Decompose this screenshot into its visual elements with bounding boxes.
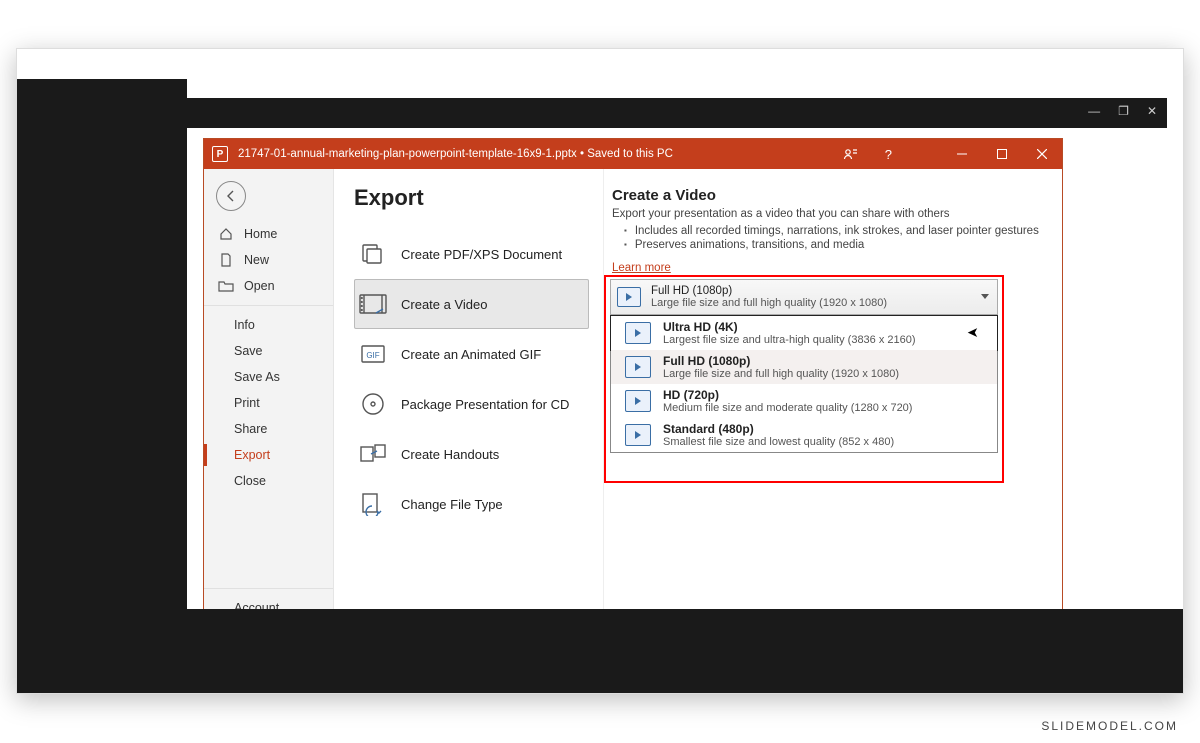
learn-more-link[interactable]: Learn more: [612, 262, 671, 274]
coming-soon-icon[interactable]: [843, 146, 859, 162]
nav-export[interactable]: Export: [204, 442, 333, 468]
dropdown-selected-desc: Large file size and full high quality (1…: [651, 297, 887, 309]
document-filename: 21747-01-annual-marketing-plan-powerpoin…: [238, 148, 577, 160]
quality-option-desc: Medium file size and moderate quality (1…: [663, 402, 912, 414]
chevron-down-icon: [981, 294, 989, 299]
desktop-left-strip: [17, 79, 187, 609]
nav-print-label: Print: [234, 396, 260, 410]
quality-option-4k[interactable]: Ultra HD (4K) Largest file size and ultr…: [611, 316, 997, 350]
export-video-label: Create a Video: [401, 297, 488, 312]
nav-export-label: Export: [234, 448, 270, 462]
powerpoint-window: P 21747-01-annual-marketing-plan-powerpo…: [204, 139, 1062, 657]
export-cd-option[interactable]: Package Presentation for CD: [354, 379, 589, 429]
nav-save[interactable]: Save: [204, 338, 333, 364]
nav-open-label: Open: [244, 279, 275, 293]
gif-icon: GIF: [359, 342, 387, 366]
help-icon[interactable]: ?: [885, 147, 892, 162]
monitor-icon: [625, 322, 651, 344]
svg-text:GIF: GIF: [366, 351, 379, 360]
nav-new[interactable]: New: [204, 247, 333, 273]
page-title: Export: [354, 185, 603, 211]
video-quality-dropdown-list: Ultra HD (4K) Largest file size and ultr…: [610, 315, 998, 453]
mouse-cursor-icon: ➤: [967, 324, 979, 341]
dropdown-selected-title: Full HD (1080p): [651, 285, 887, 297]
save-status: Saved to this PC: [587, 148, 673, 160]
nav-save-as[interactable]: Save As: [204, 364, 333, 390]
home-icon: [218, 227, 234, 241]
annotation-highlight-box: Full HD (1080p) Large file size and full…: [604, 275, 1004, 483]
export-options-column: Export Create PDF/XPS Document Create a …: [334, 169, 604, 657]
nav-info[interactable]: Info: [204, 312, 333, 338]
nav-close-label: Close: [234, 474, 266, 488]
window-close-button[interactable]: [1022, 139, 1062, 169]
quality-option-desc: Large file size and full high quality (1…: [663, 368, 899, 380]
detail-heading: Create a Video: [612, 187, 1062, 204]
video-icon: [359, 292, 387, 316]
quality-option-title: Ultra HD (4K): [663, 320, 916, 334]
os-maximize-icon[interactable]: ❐: [1118, 104, 1129, 118]
nav-print[interactable]: Print: [204, 390, 333, 416]
export-pdf-option[interactable]: Create PDF/XPS Document: [354, 229, 589, 279]
new-icon: [218, 253, 234, 267]
app-titlebar: P 21747-01-annual-marketing-plan-powerpo…: [204, 139, 1062, 169]
nav-close[interactable]: Close: [204, 468, 333, 494]
detail-bullet-list: Includes all recorded timings, narration…: [624, 224, 1062, 252]
nav-home-label: Home: [244, 227, 277, 241]
detail-subtitle: Export your presentation as a video that…: [612, 208, 1062, 220]
pdf-icon: [359, 242, 387, 266]
nav-share-label: Share: [234, 422, 267, 436]
handouts-icon: [359, 442, 387, 466]
monitor-icon: [625, 424, 651, 446]
desktop-bottom-strip: [17, 609, 1183, 693]
export-handouts-option[interactable]: Create Handouts: [354, 429, 589, 479]
main-content: Export Create PDF/XPS Document Create a …: [334, 169, 1062, 657]
quality-option-title: Standard (480p): [663, 422, 894, 436]
export-pdf-label: Create PDF/XPS Document: [401, 247, 562, 262]
powerpoint-app-icon: P: [212, 146, 228, 162]
monitor-icon: [625, 390, 651, 412]
export-cd-label: Package Presentation for CD: [401, 397, 569, 412]
open-icon: [218, 279, 234, 293]
window-minimize-button[interactable]: [942, 139, 982, 169]
quality-option-720p[interactable]: HD (720p) Medium file size and moderate …: [611, 384, 997, 418]
backstage-sidebar: Home New Open Info Save Save As Print: [204, 169, 334, 657]
export-filetype-option[interactable]: Change File Type: [354, 479, 589, 529]
nav-open[interactable]: Open: [204, 273, 333, 299]
export-video-option[interactable]: Create a Video: [354, 279, 589, 329]
export-detail-column: Create a Video Export your presentation …: [604, 169, 1062, 657]
quality-option-title: Full HD (1080p): [663, 354, 899, 368]
title-separator: •: [577, 148, 587, 160]
quality-option-1080p[interactable]: Full HD (1080p) Large file size and full…: [611, 350, 997, 384]
quality-option-title: HD (720p): [663, 388, 912, 402]
export-handouts-label: Create Handouts: [401, 447, 499, 462]
video-quality-dropdown[interactable]: Full HD (1080p) Large file size and full…: [610, 279, 998, 315]
nav-save-as-label: Save As: [234, 370, 280, 384]
export-gif-label: Create an Animated GIF: [401, 347, 541, 362]
detail-bullet: Preserves animations, transitions, and m…: [624, 238, 1062, 252]
detail-bullet: Includes all recorded timings, narration…: [624, 224, 1062, 238]
nav-home[interactable]: Home: [204, 221, 333, 247]
monitor-icon: [625, 356, 651, 378]
quality-option-480p[interactable]: Standard (480p) Smallest file size and l…: [611, 418, 997, 452]
nav-info-label: Info: [234, 318, 255, 332]
window-maximize-button[interactable]: [982, 139, 1022, 169]
export-filetype-label: Change File Type: [401, 497, 503, 512]
nav-save-label: Save: [234, 344, 263, 358]
outer-os-titlebar: — ❐ ✕: [34, 98, 1167, 128]
monitor-icon: [617, 287, 641, 307]
watermark-text: SLIDEMODEL.COM: [1041, 719, 1178, 733]
export-gif-option[interactable]: GIF Create an Animated GIF: [354, 329, 589, 379]
nav-new-label: New: [244, 253, 269, 267]
screenshot-frame: — ❐ ✕ P 21747-01-annual-marketing-plan-p…: [16, 48, 1184, 694]
quality-option-desc: Smallest file size and lowest quality (8…: [663, 436, 894, 448]
filetype-icon: [359, 492, 387, 516]
quality-option-desc: Largest file size and ultra-high quality…: [663, 334, 916, 346]
os-close-icon[interactable]: ✕: [1147, 104, 1157, 118]
cd-icon: [359, 392, 387, 416]
back-button[interactable]: [216, 181, 246, 211]
nav-share[interactable]: Share: [204, 416, 333, 442]
os-minimize-icon[interactable]: —: [1088, 104, 1100, 118]
